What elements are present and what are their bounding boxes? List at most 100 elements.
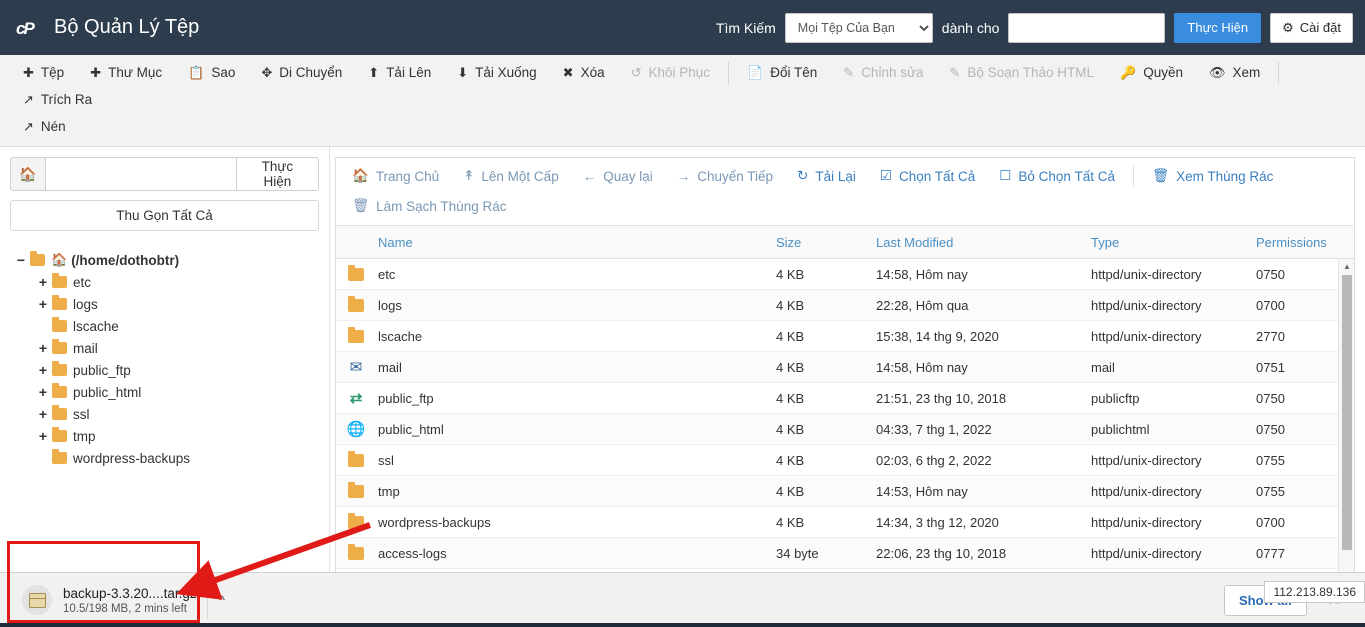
toolbar-label: Thư Mục <box>108 65 163 80</box>
table-row[interactable]: tmp 4 KB 14:53, Hôm nay httpd/unix-direc… <box>336 476 1354 507</box>
table-row[interactable]: ✉ mail 4 KB 14:58, Hôm nay mail 0751 <box>336 352 1354 383</box>
empty-square-icon: ☐ <box>999 168 1012 183</box>
table-header-permissions[interactable]: Permissions <box>1256 235 1338 250</box>
tree-item-label: etc <box>73 274 92 290</box>
folder-icon <box>52 339 67 354</box>
toolbar-upload[interactable]: ⬆ Tải Lên <box>355 59 444 86</box>
table-row[interactable]: ssl 4 KB 02:03, 6 thg 2, 2022 httpd/unix… <box>336 445 1354 476</box>
tree-toggle-icon[interactable]: + <box>36 296 50 312</box>
tree-toggle-icon[interactable]: − <box>14 252 28 268</box>
row-name[interactable]: wordpress-backups <box>376 515 776 530</box>
tree-item-ssl[interactable]: + ssl <box>10 403 319 425</box>
table-header-name[interactable]: Name <box>376 235 776 250</box>
file-nav-row-2: 🗑 Làm Sạch Thùng Rác <box>340 191 1350 221</box>
row-name[interactable]: etc <box>376 267 776 282</box>
tree-item-public-ftp[interactable]: + public_ftp <box>10 359 319 381</box>
nav-back[interactable]: ← Quay lại <box>571 162 665 191</box>
row-name[interactable]: tmp <box>376 484 776 499</box>
row-type: httpd/unix-directory <box>1091 483 1202 499</box>
tree-toggle-icon[interactable]: + <box>36 362 50 378</box>
table-row[interactable]: logs 4 KB 22:28, Hôm qua httpd/unix-dire… <box>336 290 1354 321</box>
table-row[interactable]: access-logs 34 byte 22:06, 23 thg 10, 20… <box>336 538 1354 569</box>
table-row[interactable]: ⇄ public_ftp 4 KB 21:51, 23 thg 10, 2018… <box>336 383 1354 414</box>
toolbar-download[interactable]: ⬇ Tải Xuống <box>444 59 549 86</box>
tree-toggle-icon[interactable]: + <box>36 384 50 400</box>
tree-item-lscache[interactable]: lscache <box>10 315 319 337</box>
path-go-button[interactable]: Thực Hiện <box>235 157 319 191</box>
table-header-type[interactable]: Type <box>1091 235 1256 250</box>
toolbar-label: Xem <box>1232 65 1261 80</box>
table-row[interactable]: wordpress-backups 4 KB 14:34, 3 thg 12, … <box>336 507 1354 538</box>
table-row[interactable]: lscache 4 KB 15:38, 14 thg 9, 2020 httpd… <box>336 321 1354 352</box>
nav-up-one-level[interactable]: ↟ Lên Một Cấp <box>451 161 571 191</box>
tree-item-public-html[interactable]: + public_html <box>10 381 319 403</box>
file-nav-bar: 🏠 Trang Chủ ↟ Lên Một Cấp ← Quay lại → C… <box>336 158 1354 226</box>
toolbar-permissions[interactable]: 🔑 Quyền <box>1107 59 1196 86</box>
path-input[interactable] <box>45 157 236 191</box>
table-row[interactable]: 🌐 public_html 4 KB 04:33, 7 thg 1, 2022 … <box>336 414 1354 445</box>
row-type: httpd/unix-directory <box>1091 297 1202 313</box>
toolbar-compress[interactable]: ↗ Nén <box>10 113 79 140</box>
toolbar-extract[interactable]: ↗ Trích Ra <box>10 86 105 113</box>
row-name[interactable]: ssl <box>376 453 776 468</box>
nav-forward[interactable]: → Chuyển Tiếp <box>665 162 785 191</box>
chevron-up-icon[interactable]: ^ <box>206 581 237 619</box>
settings-button[interactable]: ⚙ Cài đặt <box>1270 12 1353 43</box>
toolbar-view[interactable]: 👁 Xem <box>1196 59 1273 86</box>
brand: cP Bộ Quản Lý Tệp <box>14 13 199 43</box>
home-icon[interactable]: 🏠 <box>10 157 46 191</box>
row-name[interactable]: logs <box>376 298 776 313</box>
nav-empty-trash[interactable]: 🗑 Làm Sạch Thùng Rác <box>340 191 518 221</box>
tree-item-label: ssl <box>73 406 90 422</box>
collapse-all-button[interactable]: Thu Gọn Tất Cả <box>10 200 319 231</box>
tree-item-logs[interactable]: + logs <box>10 293 319 315</box>
search-input[interactable] <box>1008 12 1166 43</box>
row-name[interactable]: access-logs <box>376 546 776 561</box>
row-name[interactable]: lscache <box>376 329 776 344</box>
row-name[interactable]: public_ftp <box>376 391 776 406</box>
row-type: httpd/unix-directory <box>1091 328 1202 344</box>
nav-unselect-all[interactable]: ☐ Bỏ Chọn Tất Cả <box>987 161 1127 191</box>
tree-item-home[interactable]: − 🏠 (/home/dothobtr) <box>10 249 319 271</box>
folder-icon <box>52 383 67 398</box>
pencil-icon: ✎ <box>843 65 855 80</box>
nav-view-trash[interactable]: 🗑 Xem Thùng Rác <box>1140 161 1285 191</box>
tree-toggle-icon[interactable]: + <box>36 428 50 444</box>
tree-toggle-icon[interactable]: + <box>36 274 50 290</box>
file-icon: 📄 <box>747 65 764 80</box>
search-scope-select[interactable]: Mọi Tệp Của Bạn <box>784 12 933 43</box>
tree-item-etc[interactable]: + etc <box>10 271 319 293</box>
tree-item-wordpress-backups[interactable]: wordpress-backups <box>10 447 319 469</box>
tree-toggle-icon[interactable]: + <box>36 340 50 356</box>
toolbar-rename[interactable]: 📄 Đổi Tên <box>734 59 830 86</box>
undo-icon: ↺ <box>630 65 642 80</box>
search-go-button[interactable]: Thực Hiện <box>1174 12 1262 43</box>
row-type: httpd/unix-directory <box>1091 266 1202 282</box>
download-item[interactable]: backup-3.3.20....tar.gz 10.5/198 MB, 2 m… <box>14 585 197 615</box>
toolbar-move[interactable]: ✥ Di Chuyển <box>248 59 355 86</box>
toolbar-new-folder[interactable]: ✚ Thư Mục <box>77 59 175 86</box>
folder-icon <box>52 405 67 420</box>
row-type: httpd/unix-directory <box>1091 545 1202 561</box>
tree-toggle-icon[interactable]: + <box>36 406 50 422</box>
toolbar-copy[interactable]: 📋 Sao <box>175 59 248 86</box>
row-name[interactable]: mail <box>376 360 776 375</box>
nav-reload[interactable]: ↻ Tải Lại <box>785 161 868 191</box>
tree-item-mail[interactable]: + mail <box>10 337 319 359</box>
trash-icon: 🗑 <box>352 198 370 213</box>
key-icon: 🔑 <box>1120 65 1137 80</box>
nav-home[interactable]: 🏠 Trang Chủ <box>340 161 451 191</box>
toolbar-delete[interactable]: ✖ Xóa <box>550 59 618 86</box>
vertical-scroll-thumb[interactable] <box>1342 275 1352 550</box>
row-modified: 02:03, 6 thg 2, 2022 <box>876 452 992 468</box>
folder-link-icon <box>336 543 376 560</box>
nav-select-all[interactable]: ☑ Chọn Tất Cả <box>868 161 987 191</box>
tree-item-tmp[interactable]: + tmp <box>10 425 319 447</box>
action-toolbar: ✚ Tệp ✚ Thư Mục 📋 Sao ✥ Di Chuyển ⬆ Tải … <box>0 55 1365 147</box>
scroll-up-icon[interactable]: ▲ <box>1339 259 1354 274</box>
table-row[interactable]: etc 4 KB 14:58, Hôm nay httpd/unix-direc… <box>336 259 1354 290</box>
table-header-size[interactable]: Size <box>776 235 876 250</box>
toolbar-new-file[interactable]: ✚ Tệp <box>10 59 77 86</box>
row-name[interactable]: public_html <box>376 422 776 437</box>
table-header-last-modified[interactable]: Last Modified <box>876 235 1091 250</box>
